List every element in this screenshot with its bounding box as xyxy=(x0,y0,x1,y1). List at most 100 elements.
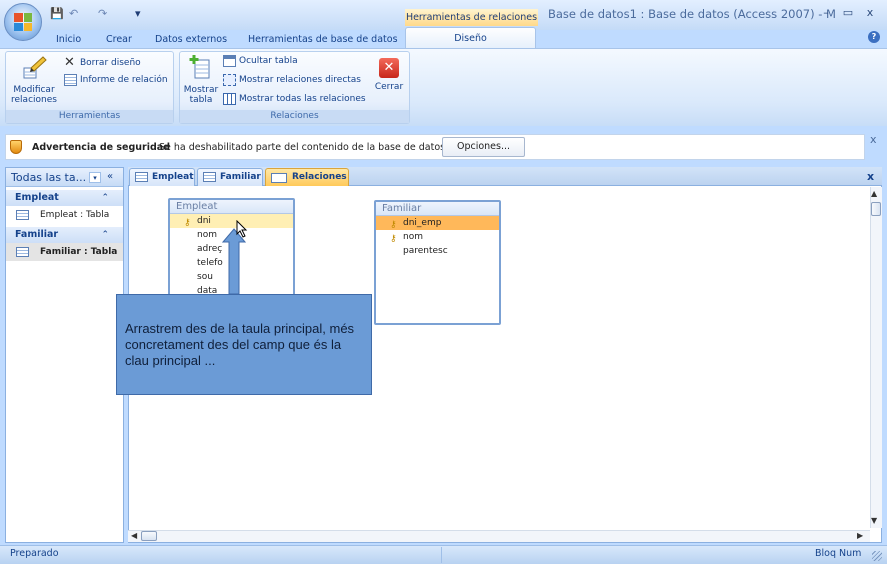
relaciones-directas-button[interactable]: Mostrar relaciones directas xyxy=(223,74,361,86)
resize-grip-icon[interactable] xyxy=(872,551,882,561)
close-window-button[interactable]: x xyxy=(862,6,878,20)
mostrar-tabla-button[interactable]: Mostrar tabla xyxy=(181,54,221,110)
nav-title[interactable]: Todas las ta... xyxy=(11,171,86,184)
show-table-icon xyxy=(189,55,210,79)
cerrar-label: Cerrar xyxy=(374,82,404,92)
nav-item-empleat-tabla[interactable]: Empleat : Tabla xyxy=(6,206,123,224)
relations-icon xyxy=(271,173,287,183)
undo-icon[interactable]: ↶ xyxy=(69,7,78,21)
nav-group-empleat[interactable]: Empleat ⌃ xyxy=(6,190,123,206)
minimize-button[interactable]: – xyxy=(818,6,834,20)
status-divider xyxy=(441,547,442,563)
group-herramientas-label: Herramientas xyxy=(6,110,173,123)
maximize-button[interactable]: ▭ xyxy=(840,6,856,20)
doc-tab-relaciones-label: Relaciones xyxy=(292,172,347,182)
chevron-up-icon[interactable]: ⌃ xyxy=(101,227,109,243)
status-text: Preparado xyxy=(10,548,59,559)
scroll-up-icon[interactable]: ▲ xyxy=(871,189,877,198)
all-relations-icon xyxy=(223,93,236,105)
shield-icon xyxy=(10,140,22,154)
modificar-label-1: Modificar xyxy=(13,85,55,95)
scroll-right-icon[interactable]: ▶ xyxy=(857,531,863,540)
ocultar-tabla-label: Ocultar tabla xyxy=(239,56,298,66)
vertical-scroll-thumb[interactable] xyxy=(871,202,881,216)
table-icon xyxy=(203,172,216,182)
redo-icon[interactable]: ↷ xyxy=(98,7,107,21)
nav-item-familiar-label: Familiar : Tabla xyxy=(40,247,118,257)
doc-tab-empleat[interactable]: Empleat xyxy=(129,168,195,186)
ocultar-tabla-button[interactable]: Ocultar tabla xyxy=(223,55,298,67)
status-bar xyxy=(0,545,887,564)
chevron-up-icon[interactable]: ⌃ xyxy=(101,190,109,206)
office-button[interactable] xyxy=(4,3,42,41)
direct-relations-icon xyxy=(223,74,236,86)
field-list-familiar[interactable]: Familiar ⚷ dni_emp ⚷ nom parentesc xyxy=(374,200,501,325)
vertical-scrollbar[interactable] xyxy=(870,187,882,528)
nav-dropdown-icon[interactable]: ▾ xyxy=(89,172,101,183)
horizontal-scrollbar[interactable] xyxy=(128,530,870,542)
nav-collapse-icon[interactable]: « xyxy=(107,171,113,182)
office-logo-icon xyxy=(14,13,32,31)
help-icon[interactable]: ? xyxy=(868,31,880,43)
window-title: Base de datos1 : Base de datos (Access 2… xyxy=(548,7,836,21)
field-dni[interactable]: ⚷ dni xyxy=(170,214,293,228)
security-close-icon[interactable]: x xyxy=(870,133,877,146)
report-icon xyxy=(64,74,77,86)
tab-datos-externos[interactable]: Datos externos xyxy=(155,31,227,48)
num-lock-indicator: Bloq Num xyxy=(815,548,862,559)
mostrar-tabla-label-1: Mostrar xyxy=(183,85,219,95)
save-icon[interactable]: 💾 xyxy=(50,7,64,21)
nav-item-familiar-tabla[interactable]: Familiar : Tabla xyxy=(6,243,123,261)
table-icon xyxy=(16,210,29,220)
doc-tab-empleat-label: Empleat xyxy=(152,172,194,182)
doc-tab-familiar-label: Familiar xyxy=(220,172,261,182)
hide-table-icon xyxy=(223,55,236,67)
field-dni-label: dni xyxy=(197,216,211,226)
mostrar-tabla-label-2: tabla xyxy=(189,95,213,105)
field-familiar-nom[interactable]: ⚷ nom xyxy=(376,230,499,244)
field-dni-emp-label: dni_emp xyxy=(403,218,442,228)
close-document-icon[interactable]: x xyxy=(867,170,874,183)
close-red-icon: ✕ xyxy=(379,58,399,78)
todas-relaciones-button[interactable]: Mostrar todas las relaciones xyxy=(223,93,366,105)
tutorial-callout: Arrastrem des de la taula principal, més… xyxy=(116,294,372,395)
tab-herramientas-bd[interactable]: Herramientas de base de datos xyxy=(248,31,398,48)
nav-item-empleat-label: Empleat : Tabla xyxy=(40,210,110,220)
scroll-left-icon[interactable]: ◀ xyxy=(131,531,137,540)
tab-crear[interactable]: Crear xyxy=(106,31,132,48)
nav-group-empleat-label: Empleat xyxy=(15,192,59,203)
edit-relations-icon xyxy=(23,56,47,79)
tab-diseno[interactable]: Diseño xyxy=(405,27,536,48)
informe-relacion-label: Informe de relación xyxy=(80,75,168,85)
todas-relaciones-label: Mostrar todas las relaciones xyxy=(239,94,366,104)
security-message: Se ha deshabilitado parte del contenido … xyxy=(159,142,446,153)
nav-group-familiar[interactable]: Familiar ⌃ xyxy=(6,227,123,243)
group-relaciones-label: Relaciones xyxy=(180,110,409,123)
field-list-empleat-title[interactable]: Empleat xyxy=(170,200,293,214)
up-arrow-annotation xyxy=(222,228,246,295)
scroll-down-icon[interactable]: ▼ xyxy=(871,516,877,525)
table-icon xyxy=(16,247,29,257)
doc-tab-familiar[interactable]: Familiar xyxy=(197,168,263,186)
mouse-cursor-icon xyxy=(236,220,248,238)
customize-qat-icon[interactable]: ▾ xyxy=(135,7,141,21)
modificar-relaciones-button[interactable]: Modificar relaciones xyxy=(10,54,58,110)
doc-tab-relaciones[interactable]: Relaciones xyxy=(265,168,349,186)
field-parentesc[interactable]: parentesc xyxy=(376,244,499,258)
tab-inicio[interactable]: Inicio xyxy=(56,31,81,48)
nav-group-familiar-label: Familiar xyxy=(15,229,59,240)
security-title: Advertencia de seguridad xyxy=(32,142,170,153)
cerrar-button[interactable]: ✕ Cerrar xyxy=(372,56,406,102)
field-familiar-nom-label: nom xyxy=(403,232,423,242)
context-tab-header: Herramientas de relaciones xyxy=(405,9,538,26)
borrar-diseno-button[interactable]: ✕ Borrar diseño xyxy=(64,55,141,70)
field-list-familiar-title[interactable]: Familiar xyxy=(376,202,499,216)
field-dni-emp[interactable]: ⚷ dni_emp xyxy=(376,216,499,230)
clear-x-icon: ✕ xyxy=(64,55,75,70)
informe-relacion-button[interactable]: Informe de relación xyxy=(64,74,168,86)
relaciones-directas-label: Mostrar relaciones directas xyxy=(239,75,362,85)
horizontal-scroll-thumb[interactable] xyxy=(141,531,157,541)
borrar-diseno-label: Borrar diseño xyxy=(80,57,141,68)
table-icon xyxy=(135,172,148,182)
options-button[interactable]: Opciones... xyxy=(442,137,525,157)
